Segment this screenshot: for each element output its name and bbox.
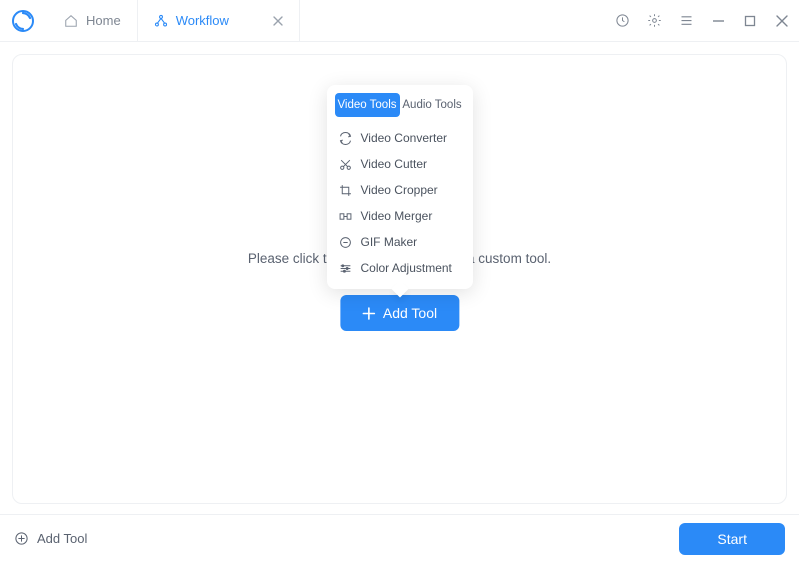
tab-home[interactable]: Home [48,0,137,41]
tool-gif-maker[interactable]: GIF Maker [335,229,465,255]
popover-tab-video[interactable]: Video Tools [335,93,400,117]
merge-icon [339,209,353,223]
tool-video-merger[interactable]: Video Merger [335,203,465,229]
tool-video-cutter[interactable]: Video Cutter [335,151,465,177]
tool-label: Video Cropper [361,183,438,197]
start-button[interactable]: Start [679,523,785,555]
settings-icon[interactable] [645,12,663,30]
tab-label: Home [86,13,121,28]
tab-strip: Home Workflow [48,0,613,41]
popover-tab-audio[interactable]: Audio Tools [400,93,465,117]
add-tool-button[interactable]: Add Tool [340,295,459,331]
bottom-add-tool-button[interactable]: Add Tool [14,531,87,546]
history-icon[interactable] [613,12,631,30]
workflow-icon [154,14,168,28]
tool-color-adjustment[interactable]: Color Adjustment [335,255,465,281]
bottom-bar: Add Tool Start [0,514,799,562]
cut-icon [339,157,353,171]
color-icon [339,261,353,275]
minimize-icon[interactable] [709,12,727,30]
tab-label: Workflow [176,13,229,28]
home-icon [64,14,78,28]
tool-label: Video Converter [361,131,448,145]
gif-icon [339,235,353,249]
main-content: Please click the button below to add a c… [12,54,787,504]
titlebar: Home Workflow [0,0,799,42]
tool-video-converter[interactable]: Video Converter [335,125,465,151]
tab-workflow[interactable]: Workflow [137,0,300,41]
menu-icon[interactable] [677,12,695,30]
app-logo [12,10,34,32]
tool-label: Color Adjustment [361,261,452,275]
bottom-add-label: Add Tool [37,531,87,546]
close-icon[interactable] [273,16,283,26]
add-tool-label: Add Tool [383,305,437,321]
window-controls [613,12,791,30]
tool-label: GIF Maker [361,235,418,249]
tool-popover: Video Tools Audio Tools Video Converter … [327,85,473,289]
popover-tabs: Video Tools Audio Tools [335,93,465,117]
plus-icon [362,307,375,320]
tool-video-cropper[interactable]: Video Cropper [335,177,465,203]
maximize-icon[interactable] [741,12,759,30]
plus-circle-icon [14,531,29,546]
convert-icon [339,131,353,145]
crop-icon [339,183,353,197]
close-window-icon[interactable] [773,12,791,30]
tool-label: Video Merger [361,209,433,223]
tool-label: Video Cutter [361,157,428,171]
